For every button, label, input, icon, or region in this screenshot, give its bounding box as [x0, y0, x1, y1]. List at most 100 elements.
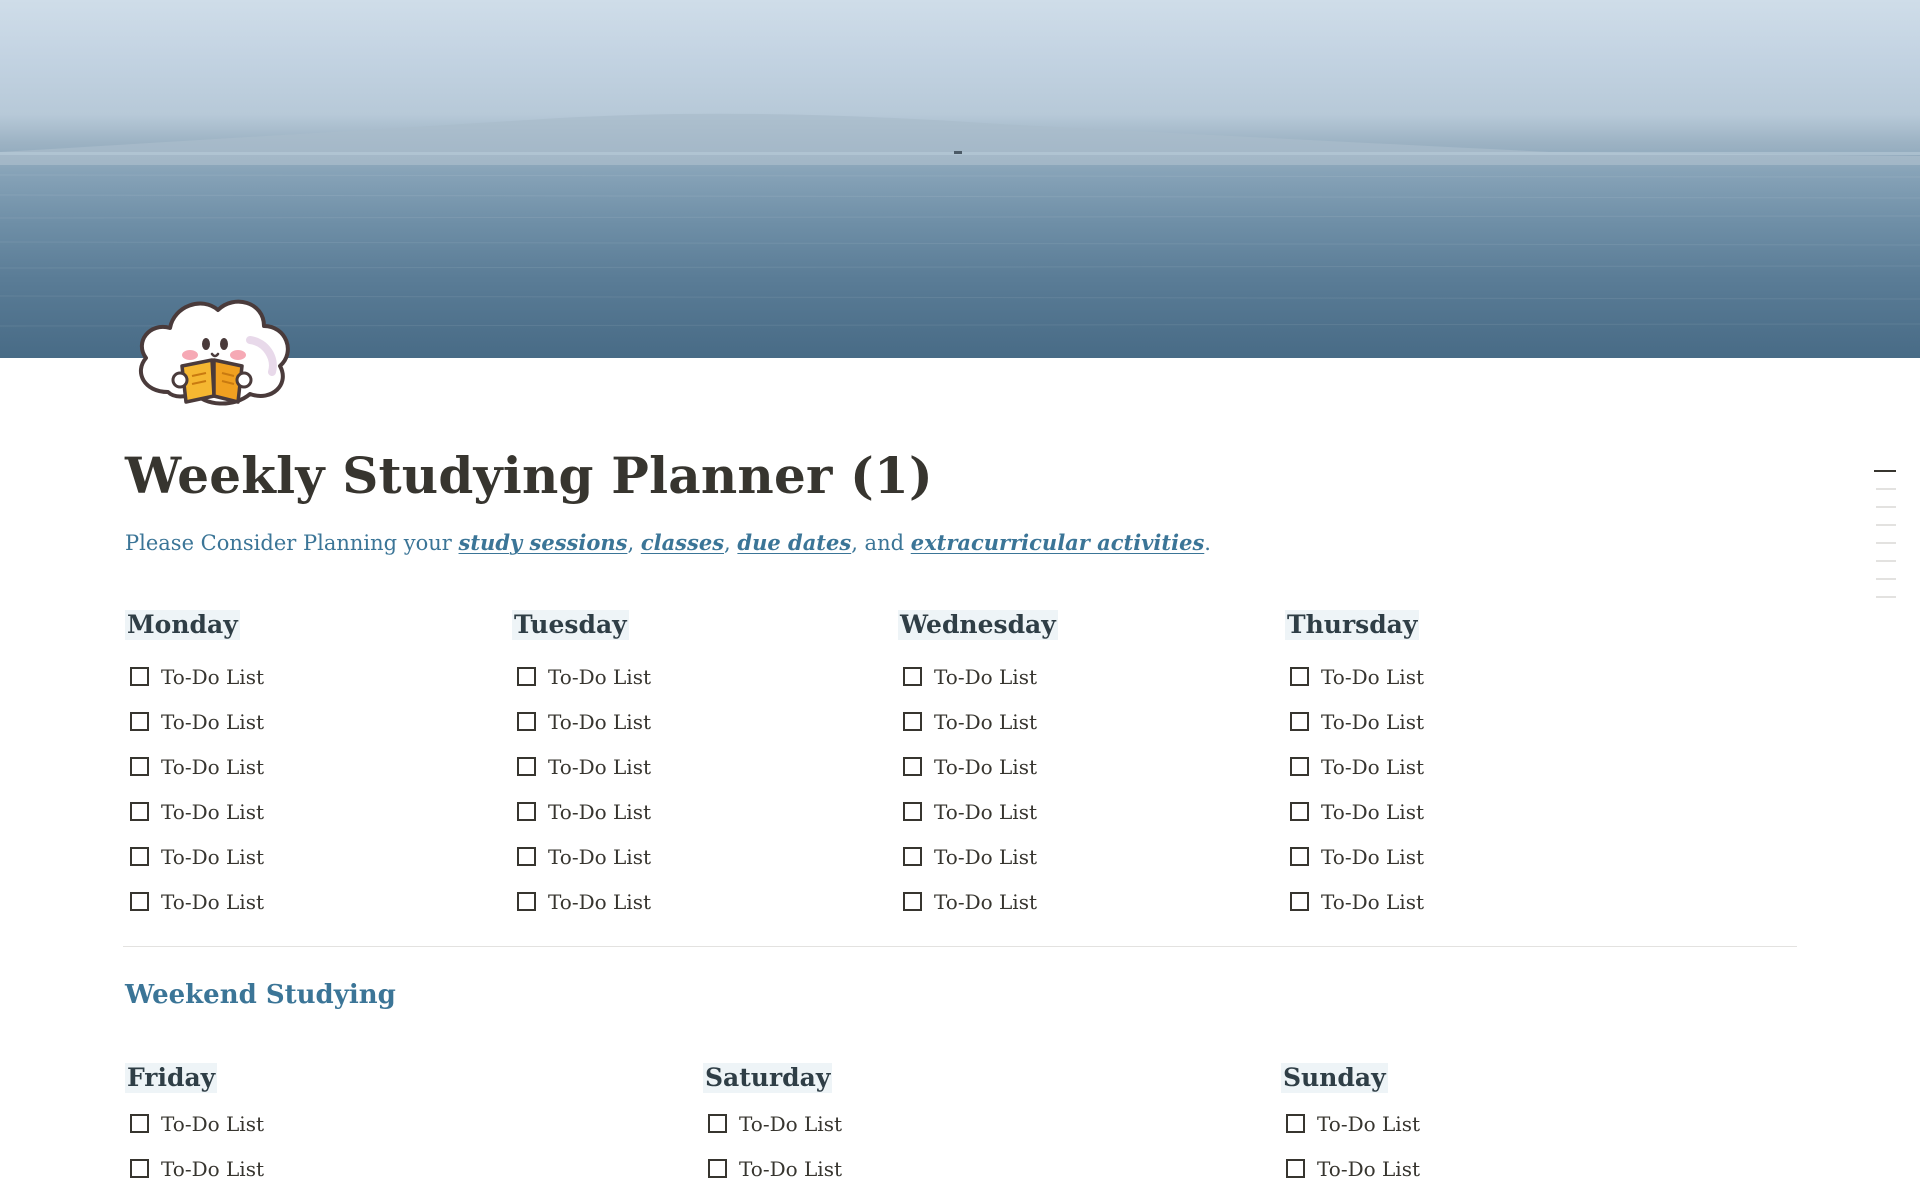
- checkbox[interactable]: [1286, 1159, 1305, 1178]
- todo-label[interactable]: To-Do List: [739, 1157, 842, 1181]
- todo-item: To-Do List: [898, 699, 1058, 744]
- weekend-studying-heading[interactable]: Weekend Studying: [125, 980, 396, 1010]
- checkbox[interactable]: [130, 892, 149, 911]
- todo-item: To-Do List: [125, 879, 264, 924]
- page-description: Please Consider Planning your study sess…: [125, 530, 1211, 555]
- todo-label[interactable]: To-Do List: [1321, 800, 1424, 824]
- divider: [123, 946, 1797, 947]
- classes-link[interactable]: classes: [641, 530, 724, 555]
- todo-item: To-Do List: [512, 744, 651, 789]
- checkbox[interactable]: [130, 712, 149, 731]
- todo-label[interactable]: To-Do List: [1317, 1112, 1420, 1136]
- checkbox[interactable]: [1290, 757, 1309, 776]
- cloud-reading-book-icon[interactable]: [130, 280, 300, 410]
- todo-label[interactable]: To-Do List: [548, 710, 651, 734]
- todo-label[interactable]: To-Do List: [161, 1157, 264, 1181]
- todo-list: To-Do List To-Do List To-Do List To-Do L…: [898, 654, 1058, 924]
- checkbox[interactable]: [1290, 667, 1309, 686]
- todo-label[interactable]: To-Do List: [1321, 710, 1424, 734]
- todo-label[interactable]: To-Do List: [934, 710, 1037, 734]
- study-sessions-link[interactable]: study sessions: [459, 530, 628, 555]
- checkbox[interactable]: [517, 802, 536, 821]
- checkbox[interactable]: [130, 847, 149, 866]
- weekend-column-sunday: Sunday To-Do List To-Do List: [1281, 1063, 1420, 1191]
- weekend-column-saturday: Saturday To-Do List To-Do List: [703, 1063, 842, 1191]
- todo-item: To-Do List: [125, 834, 264, 879]
- day-heading: Friday: [125, 1063, 218, 1093]
- checkbox[interactable]: [1286, 1114, 1305, 1133]
- due-dates-link[interactable]: due dates: [737, 530, 851, 555]
- todo-label[interactable]: To-Do List: [934, 755, 1037, 779]
- day-heading: Saturday: [703, 1063, 833, 1093]
- checkbox[interactable]: [517, 892, 536, 911]
- todo-label[interactable]: To-Do List: [548, 845, 651, 869]
- todo-label[interactable]: To-Do List: [934, 665, 1037, 689]
- todo-label[interactable]: To-Do List: [1317, 1157, 1420, 1181]
- todo-label[interactable]: To-Do List: [161, 845, 264, 869]
- checkbox[interactable]: [517, 667, 536, 686]
- checkbox[interactable]: [708, 1159, 727, 1178]
- page-title[interactable]: Weekly Studying Planner (1): [125, 446, 933, 505]
- todo-list: To-Do List To-Do List: [1281, 1101, 1420, 1191]
- todo-item: To-Do List: [1281, 1101, 1420, 1146]
- todo-item: To-Do List: [125, 654, 264, 699]
- toc-item[interactable]: [1876, 506, 1896, 508]
- checkbox[interactable]: [903, 757, 922, 776]
- toc-item[interactable]: [1876, 560, 1896, 562]
- todo-label[interactable]: To-Do List: [548, 755, 651, 779]
- checkbox[interactable]: [903, 712, 922, 731]
- todo-label[interactable]: To-Do List: [161, 710, 264, 734]
- todo-label[interactable]: To-Do List: [161, 800, 264, 824]
- todo-label[interactable]: To-Do List: [161, 890, 264, 914]
- checkbox[interactable]: [1290, 847, 1309, 866]
- todo-label[interactable]: To-Do List: [548, 665, 651, 689]
- description-prefix: Please Consider Planning your: [125, 531, 452, 555]
- table-of-contents[interactable]: [1874, 470, 1896, 614]
- toc-item[interactable]: [1876, 596, 1896, 598]
- toc-item[interactable]: [1876, 542, 1896, 544]
- todo-label[interactable]: To-Do List: [548, 800, 651, 824]
- checkbox[interactable]: [130, 1114, 149, 1133]
- todo-label[interactable]: To-Do List: [1321, 890, 1424, 914]
- todo-item: To-Do List: [512, 699, 651, 744]
- todo-label[interactable]: To-Do List: [161, 665, 264, 689]
- checkbox[interactable]: [517, 712, 536, 731]
- todo-label[interactable]: To-Do List: [1321, 755, 1424, 779]
- todo-label[interactable]: To-Do List: [934, 845, 1037, 869]
- toc-item[interactable]: [1876, 524, 1896, 526]
- checkbox[interactable]: [1290, 712, 1309, 731]
- checkbox[interactable]: [903, 847, 922, 866]
- toc-item[interactable]: [1876, 578, 1896, 580]
- toc-item[interactable]: [1874, 470, 1896, 472]
- checkbox[interactable]: [130, 757, 149, 776]
- checkbox[interactable]: [903, 892, 922, 911]
- todo-item: To-Do List: [898, 834, 1058, 879]
- checkbox[interactable]: [130, 667, 149, 686]
- todo-label[interactable]: To-Do List: [161, 1112, 264, 1136]
- checkbox[interactable]: [130, 1159, 149, 1178]
- day-heading: Tuesday: [512, 610, 629, 640]
- checkbox[interactable]: [517, 847, 536, 866]
- description-separator: , and: [851, 531, 905, 555]
- extracurricular-activities-link[interactable]: extracurricular activities: [911, 530, 1205, 555]
- checkbox[interactable]: [517, 757, 536, 776]
- day-heading: Wednesday: [898, 610, 1058, 640]
- todo-label[interactable]: To-Do List: [1321, 845, 1424, 869]
- checkbox[interactable]: [130, 802, 149, 821]
- todo-item: To-Do List: [1281, 1146, 1420, 1191]
- todo-item: To-Do List: [703, 1101, 842, 1146]
- todo-label[interactable]: To-Do List: [161, 755, 264, 779]
- checkbox[interactable]: [708, 1114, 727, 1133]
- todo-label[interactable]: To-Do List: [934, 800, 1037, 824]
- todo-label[interactable]: To-Do List: [548, 890, 651, 914]
- checkbox[interactable]: [903, 802, 922, 821]
- todo-label[interactable]: To-Do List: [934, 890, 1037, 914]
- todo-label[interactable]: To-Do List: [1321, 665, 1424, 689]
- checkbox[interactable]: [903, 667, 922, 686]
- todo-list: To-Do List To-Do List: [125, 1101, 264, 1191]
- weekday-column-thursday: Thursday To-Do List To-Do List To-Do Lis…: [1285, 610, 1424, 924]
- checkbox[interactable]: [1290, 802, 1309, 821]
- toc-item[interactable]: [1876, 488, 1896, 490]
- checkbox[interactable]: [1290, 892, 1309, 911]
- todo-label[interactable]: To-Do List: [739, 1112, 842, 1136]
